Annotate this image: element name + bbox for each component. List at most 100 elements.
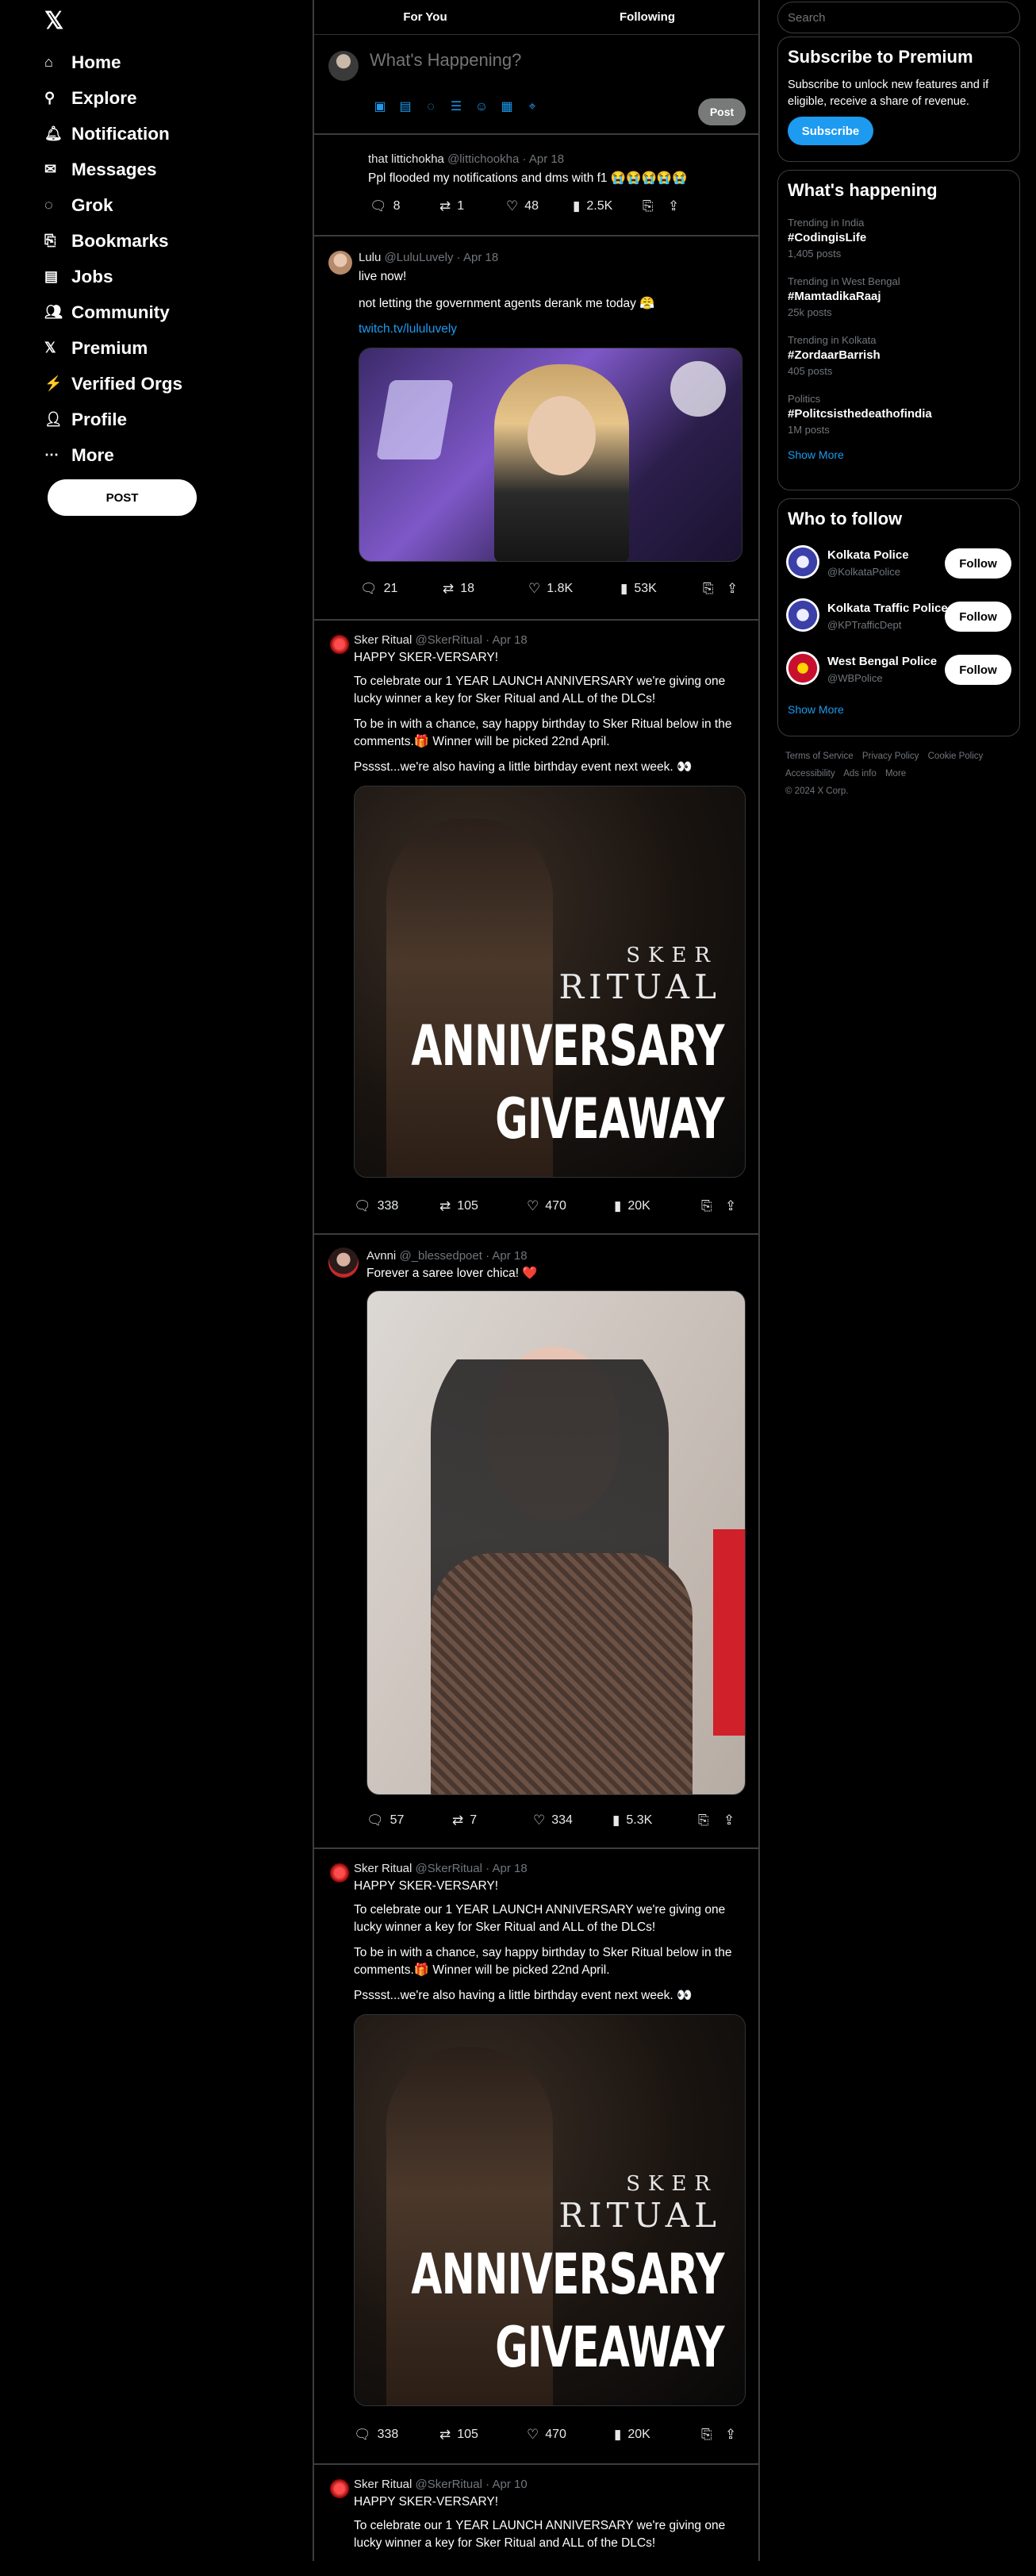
avatar[interactable] — [328, 1248, 359, 1278]
share-button[interactable]: ⇪ — [727, 581, 738, 597]
reply-button[interactable]: 🗨︎ 21 — [360, 581, 397, 597]
show-more-link[interactable]: Show More — [778, 697, 1019, 722]
tweet-link[interactable]: twitch.tv/lululuvely — [359, 322, 457, 336]
footer-link[interactable]: Accessibility — [785, 769, 835, 779]
tweet-image[interactable]: SKER RITUAL ANNIVERSARY GIVEAWAY — [354, 786, 746, 1178]
reply-button[interactable]: 🗨︎ 338 — [354, 2427, 398, 2443]
follow-button[interactable]: Follow — [945, 602, 1011, 632]
bookmark-button[interactable]: ⎘ — [643, 198, 654, 214]
tweet[interactable]: Avnni @_blessedpoet · Apr 18 Forever a s… — [314, 1235, 758, 1849]
show-more-link[interactable]: Show More — [788, 448, 1010, 461]
footer-link[interactable]: Ads info — [843, 769, 877, 779]
views-button[interactable]: ▮ 20K — [614, 2427, 650, 2443]
bookmark-button[interactable]: ⎘ — [703, 581, 714, 597]
nav-profile[interactable]: 👤︎ Profile — [44, 402, 267, 437]
footer-link[interactable]: More — [885, 769, 906, 779]
nav-premium[interactable]: 𝕏 Premium — [44, 330, 267, 366]
like-button[interactable]: ♡ 1.8K — [528, 581, 573, 597]
like-button[interactable]: ♡ 470 — [527, 2427, 566, 2443]
tweet-handle[interactable]: @littichookha — [447, 152, 519, 166]
avatar[interactable] — [328, 51, 359, 81]
avatar[interactable] — [328, 251, 352, 275]
nav-jobs[interactable]: ▤ Jobs — [44, 259, 267, 294]
follow-button[interactable]: Follow — [945, 655, 1011, 685]
tweet-image[interactable] — [359, 348, 742, 562]
share-button[interactable]: ⇪ — [723, 1813, 735, 1828]
avatar[interactable] — [328, 633, 351, 656]
tweet[interactable]: Lulu @LuluLuvely · Apr 18 live now! not … — [314, 236, 758, 621]
retweet-button[interactable]: ⇄ 1 — [439, 198, 464, 214]
tweet-date[interactable]: Apr 18 — [492, 633, 527, 647]
footer-link[interactable]: Privacy Policy — [862, 752, 919, 761]
bookmark-button[interactable]: ⎘ — [701, 1198, 712, 1214]
nav-community[interactable]: 👥︎ Community — [44, 294, 267, 330]
x-logo-icon[interactable]: 𝕏 — [44, 10, 68, 33]
tweet-date[interactable]: Apr 18 — [492, 1249, 527, 1263]
tweet[interactable]: Sker Ritual @SkerRitual · Apr 18 HAPPY S… — [314, 1849, 758, 2465]
share-button[interactable]: ⇪ — [725, 1198, 736, 1214]
retweet-button[interactable]: ⇄ 7 — [452, 1813, 477, 1828]
tab-following[interactable]: Following — [536, 0, 758, 34]
compose-post-button[interactable]: Post — [698, 98, 746, 125]
footer-link[interactable]: Terms of Service — [785, 752, 854, 761]
nav-more[interactable]: ⋯ More — [44, 437, 267, 473]
nav-grok[interactable]: ◌ Grok — [44, 187, 267, 223]
views-button[interactable]: ▮ 2.5K — [573, 198, 612, 214]
bookmark-button[interactable]: ⎘ — [701, 2427, 712, 2443]
tweet-image[interactable]: SKER RITUAL ANNIVERSARY GIVEAWAY — [354, 2014, 746, 2406]
trend-item[interactable]: Trending in India #CodingisLife 1,405 po… — [788, 217, 1010, 260]
tweet-date[interactable]: Apr 18 — [529, 152, 564, 166]
views-button[interactable]: ▮ 20K — [614, 1198, 650, 1214]
share-button[interactable]: ⇪ — [725, 2427, 736, 2443]
like-button[interactable]: ♡ 470 — [527, 1198, 566, 1214]
share-button[interactable]: ⇪ — [668, 198, 679, 214]
tweet-date[interactable]: Apr 18 — [463, 251, 498, 264]
retweet-button[interactable]: ⇄ 18 — [443, 581, 474, 597]
retweet-button[interactable]: ⇄ 105 — [439, 2427, 478, 2443]
trend-item[interactable]: Trending in West Bengal #MamtadikaRaaj 2… — [788, 275, 1010, 318]
avatar[interactable] — [328, 1862, 351, 1884]
reply-button[interactable]: 🗨︎ 8 — [370, 198, 401, 214]
tweet-handle[interactable]: @_blessedpoet — [399, 1249, 482, 1263]
tweet-author[interactable]: Sker Ritual — [354, 2478, 412, 2491]
nav-notification[interactable]: 🔔︎ Notification — [44, 116, 267, 152]
bookmark-button[interactable]: ⎘ — [698, 1813, 709, 1828]
tweet[interactable]: Sker Ritual @SkerRitual · Apr 10 HAPPY S… — [314, 2465, 758, 2576]
location-icon[interactable]: ⌖ — [524, 98, 541, 116]
follow-suggestion[interactable]: Kolkata Police @KolkataPolice Follow — [778, 537, 1019, 590]
tweet-handle[interactable]: @SkerRitual — [416, 2478, 482, 2491]
tweet-author[interactable]: Sker Ritual — [354, 1862, 412, 1875]
tab-for-you[interactable]: For You — [314, 0, 536, 34]
compose-input[interactable] — [370, 46, 687, 75]
tweet-date[interactable]: Apr 18 — [492, 1862, 527, 1875]
tweet-image[interactable] — [366, 1290, 746, 1795]
image-icon[interactable]: ▣ — [371, 98, 389, 116]
trend-item[interactable]: Trending in Kolkata #ZordaarBarrish 405 … — [788, 334, 1010, 377]
gif-icon[interactable]: ▤ — [397, 98, 414, 116]
tweet-handle[interactable]: @SkerRitual — [416, 633, 482, 647]
subscribe-button[interactable]: Subscribe — [788, 117, 873, 145]
nav-bookmarks[interactable]: ⎘ Bookmarks — [44, 223, 267, 259]
like-button[interactable]: ♡ 48 — [506, 198, 539, 214]
retweet-button[interactable]: ⇄ 105 — [439, 1198, 478, 1214]
tweet-handle[interactable]: @SkerRitual — [416, 1862, 482, 1875]
nav-home[interactable]: ⌂ Home — [44, 44, 267, 80]
tweet[interactable]: that littichokha @littichookha · Apr 18 … — [314, 135, 758, 236]
tweet-author[interactable]: that littichokha — [368, 152, 444, 166]
search-input[interactable] — [777, 2, 1020, 33]
schedule-icon[interactable]: ▦ — [498, 98, 516, 116]
list-icon[interactable]: ☰ — [447, 98, 465, 116]
tweet-author[interactable]: Lulu — [359, 251, 381, 264]
follow-button[interactable]: Follow — [945, 548, 1011, 579]
tweet-author[interactable]: Avnni — [366, 1249, 396, 1263]
footer-link[interactable]: Cookie Policy — [928, 752, 984, 761]
nav-explore[interactable]: ⚲ Explore — [44, 80, 267, 116]
nav-messages[interactable]: ✉ Messages — [44, 152, 267, 187]
reply-button[interactable]: 🗨︎ 338 — [354, 1198, 398, 1214]
nav-verified-orgs[interactable]: ⚡ Verified Orgs — [44, 366, 267, 402]
views-button[interactable]: ▮ 53K — [620, 581, 657, 597]
trend-item[interactable]: Politics #Politcsisthedeathofindia 1M po… — [788, 393, 1010, 436]
reply-button[interactable]: 🗨︎ 57 — [366, 1813, 404, 1828]
follow-suggestion[interactable]: West Bengal Police @WBPolice Follow — [778, 644, 1019, 697]
tweet-handle[interactable]: @LuluLuvely — [385, 251, 454, 264]
